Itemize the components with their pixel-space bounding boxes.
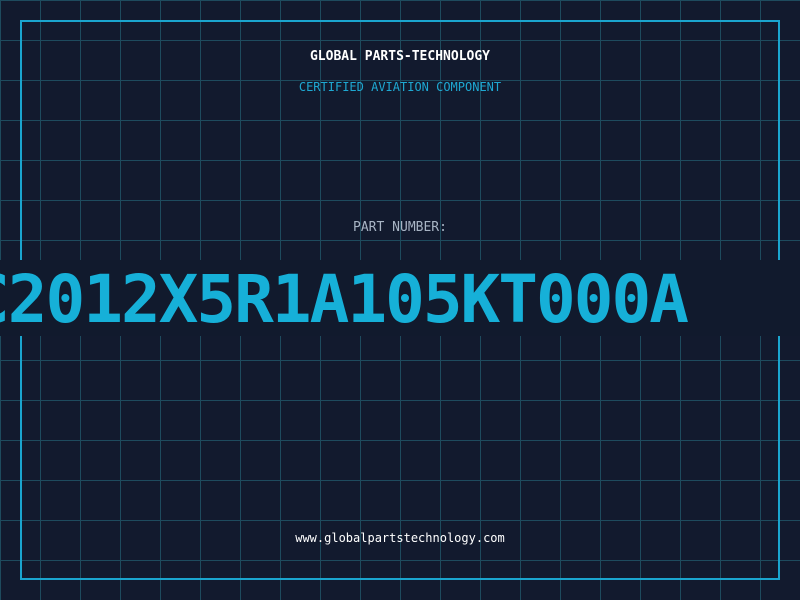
part-number-value: C2012X5R1A105KT000A [0,261,689,337]
brand-title: GLOBAL PARTS-TECHNOLOGY [309,49,490,64]
certificate-canvas: GLOBAL PARTS-TECHNOLOGY CERTIFIED AVIATI… [0,0,800,600]
part-number-label: PART NUMBER: [353,220,447,235]
brand-subtitle: CERTIFIED AVIATION COMPONENT [298,80,502,94]
part-number-band: C2012X5R1A105KT000A [0,260,800,336]
website-url: www.globalpartstechnology.com [295,531,505,545]
